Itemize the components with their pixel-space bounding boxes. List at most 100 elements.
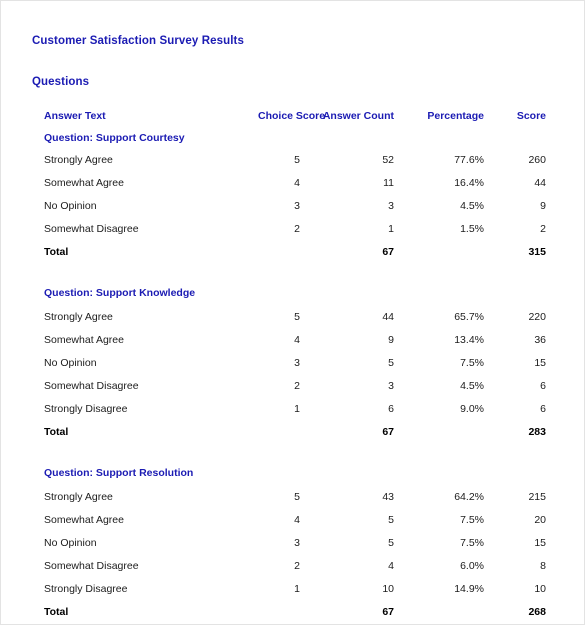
cell-answer_count: 44: [382, 310, 394, 323]
cell-percentage: 13.4%: [454, 333, 484, 346]
cell-answer_count: 9: [388, 333, 394, 346]
table-row: Somewhat Agree 4 5 7.5% 20: [44, 508, 546, 531]
question-group-heading: Question: Support Courtesy: [44, 131, 185, 144]
question-group-heading-row: Question: Support Knowledge: [44, 281, 546, 305]
cell-choice_score: 4: [294, 513, 300, 526]
cell-answer_count: 4: [388, 559, 394, 572]
cell-answer_count: 3: [388, 379, 394, 392]
table-row: Somewhat Disagree 2 1 1.5% 2: [44, 217, 546, 240]
question-group-heading: Question: Support Resolution: [44, 467, 194, 479]
total-row: Total 67 283: [44, 420, 546, 443]
cell-choice_score: 5: [294, 153, 300, 166]
cell-answer_text: Strongly Agree: [44, 490, 113, 503]
column-header-percentage: Percentage: [427, 110, 484, 122]
cell-answer_text: Somewhat Agree: [44, 513, 124, 526]
column-header-answer-text: Answer Text: [44, 110, 106, 122]
cell-score: 36: [534, 333, 546, 346]
cell-choice_score: 1: [294, 582, 300, 595]
cell-choice_score: 5: [294, 490, 300, 503]
table-row: Strongly Agree 5 52 77.6% 260: [44, 148, 546, 171]
cell-choice_score: 4: [294, 176, 300, 189]
cell-choice_score: 3: [294, 199, 300, 212]
cell-percentage: 77.6%: [454, 153, 484, 166]
cell-score: 260: [528, 153, 546, 166]
survey-results-table: Answer Text Choice Score Answer Count Pe…: [44, 105, 546, 623]
cell-answer_text: Somewhat Disagree: [44, 222, 139, 235]
group-spacer: [44, 443, 546, 461]
cell-answer_count: 3: [388, 199, 394, 212]
cell-choice_score: 2: [294, 559, 300, 572]
table-row: Strongly Disagree 1 10 14.9% 10: [44, 577, 546, 600]
total-answer-count: 67: [382, 605, 394, 618]
cell-percentage: 6.0%: [460, 559, 484, 572]
section-heading-questions: Questions: [32, 76, 90, 88]
cell-answer_text: Strongly Agree: [44, 310, 113, 323]
cell-answer_text: Strongly Disagree: [44, 402, 128, 415]
cell-answer_text: No Opinion: [44, 199, 97, 212]
table-row: No Opinion 3 5 7.5% 15: [44, 531, 546, 554]
table-row: No Opinion 3 3 4.5% 9: [44, 194, 546, 217]
question-group-heading-row: Question: Support Resolution: [44, 461, 546, 485]
table-row: No Opinion 3 5 7.5% 15: [44, 351, 546, 374]
cell-score: 215: [528, 490, 546, 503]
total-row: Total 67 315: [44, 240, 546, 263]
cell-answer_count: 6: [388, 402, 394, 415]
cell-choice_score: 2: [294, 222, 300, 235]
cell-percentage: 14.9%: [454, 582, 484, 595]
cell-percentage: 7.5%: [460, 356, 484, 369]
cell-choice_score: 1: [294, 402, 300, 415]
total-percentage: [394, 420, 484, 443]
total-score: 315: [528, 245, 546, 258]
cell-score: 15: [534, 356, 546, 369]
total-score: 268: [528, 605, 546, 618]
table-row: Strongly Agree 5 44 65.7% 220: [44, 305, 546, 328]
cell-answer_count: 11: [383, 176, 394, 189]
cell-answer_count: 5: [388, 513, 394, 526]
table-row: Strongly Disagree 1 6 9.0% 6: [44, 397, 546, 420]
table-body: Question: Support Courtesy Strongly Agree…: [44, 127, 546, 623]
cell-answer_count: 5: [388, 356, 394, 369]
cell-choice_score: 3: [294, 536, 300, 549]
table-row: Somewhat Agree 4 11 16.4% 44: [44, 171, 546, 194]
total-choice-score: [258, 420, 300, 443]
cell-score: 6: [540, 379, 546, 392]
total-answer-count: 67: [382, 425, 394, 438]
table-row: Strongly Agree 5 43 64.2% 215: [44, 485, 546, 508]
cell-score: 220: [528, 310, 546, 323]
cell-choice_score: 3: [294, 356, 300, 369]
cell-percentage: 7.5%: [460, 513, 484, 526]
column-header-choice-score: Choice Score: [258, 110, 326, 122]
table-header-row: Answer Text Choice Score Answer Count Pe…: [44, 105, 546, 127]
cell-answer_text: Somewhat Disagree: [44, 559, 139, 572]
cell-score: 15: [534, 536, 546, 549]
cell-choice_score: 2: [294, 379, 300, 392]
cell-answer_count: 43: [382, 490, 394, 503]
total-label: Total: [44, 245, 69, 258]
total-score: 283: [528, 425, 546, 438]
total-percentage: [394, 240, 484, 263]
total-answer-count: 67: [382, 245, 394, 258]
cell-answer_count: 5: [388, 536, 394, 549]
cell-percentage: 7.5%: [460, 536, 484, 549]
column-header-score: Score: [516, 110, 546, 122]
cell-score: 20: [534, 513, 546, 526]
cell-answer_count: 1: [388, 222, 394, 235]
question-group-heading: Question: Support Knowledge: [44, 287, 196, 299]
table-row: Somewhat Disagree 2 4 6.0% 8: [44, 554, 546, 577]
cell-percentage: 1.5%: [460, 222, 484, 235]
cell-score: 10: [534, 582, 546, 595]
total-label: Total: [44, 605, 69, 618]
table-row: Somewhat Agree 4 9 13.4% 36: [44, 328, 546, 351]
cell-percentage: 64.2%: [454, 490, 484, 503]
cell-choice_score: 5: [294, 310, 300, 323]
cell-score: 44: [534, 176, 546, 189]
cell-score: 8: [540, 559, 546, 572]
cell-score: 2: [540, 222, 546, 235]
group-spacer-cell: [44, 443, 546, 461]
report-page: Customer Satisfaction Survey Results Que…: [0, 0, 585, 625]
cell-score: 6: [540, 402, 546, 415]
cell-answer_count: 10: [382, 582, 394, 595]
total-label: Total: [44, 425, 69, 438]
cell-answer_count: 52: [382, 153, 394, 166]
question-group-heading-row: Question: Support Courtesy: [44, 127, 546, 148]
